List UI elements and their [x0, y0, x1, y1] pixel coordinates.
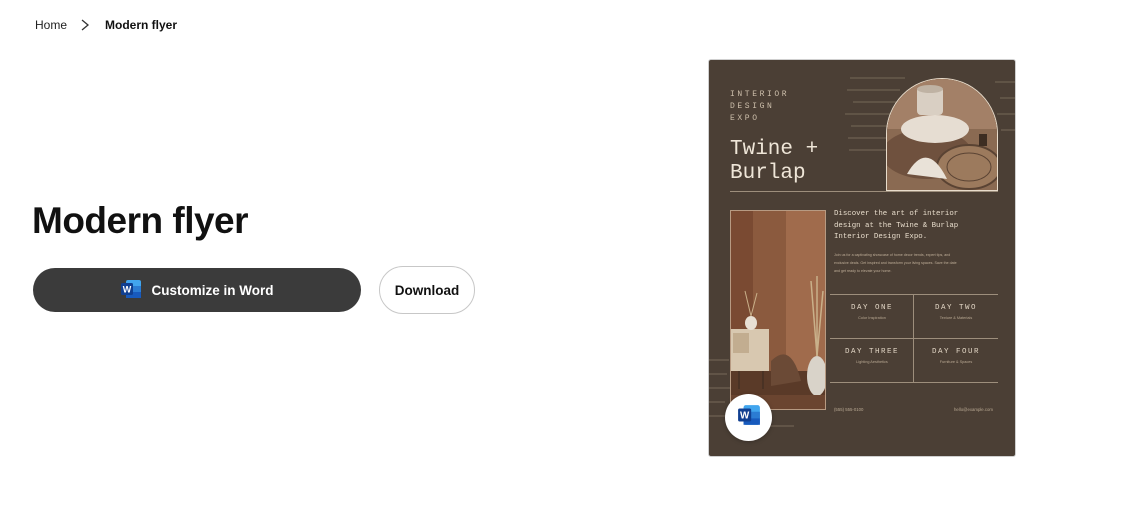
chevron-right-icon: [78, 18, 96, 32]
flyer-eyebrow: INTERIOR DESIGN EXPO: [730, 89, 789, 125]
day-cell: DAY THREE Lighting Aesthetics: [830, 348, 914, 364]
day-label: DAY ONE: [850, 304, 893, 312]
page: Home Modern flyer Modern flyer W Customi…: [0, 0, 1145, 525]
day-topic: Furniture & Spaces: [939, 360, 973, 364]
download-button[interactable]: Download: [379, 266, 475, 314]
day-topic: Color Inspiration: [858, 316, 886, 320]
word-app-icon: W: [737, 404, 761, 431]
flyer-body-text: Join us for a captivating showcase of ho…: [834, 251, 994, 275]
flyer-eyebrow-line: DESIGN: [730, 102, 775, 111]
flyer-intro-line: Discover the art of interior: [834, 210, 959, 218]
day-topic: Lighting Aesthetics: [856, 360, 888, 364]
day-cell: DAY FOUR Furniture & Spaces: [914, 348, 998, 364]
grid-line: [830, 382, 998, 383]
flyer-eyebrow-line: INTERIOR: [730, 90, 790, 99]
room-photo: [730, 210, 826, 410]
flyer-eyebrow-line: EXPO: [730, 114, 760, 123]
flyer-phone: (555) 555-0100: [834, 407, 864, 412]
breadcrumb-current: Modern flyer: [105, 18, 178, 32]
flyer-body-line: and get ready to elevate your home.: [834, 269, 892, 273]
flyer-intro-line: Interior Design Expo.: [834, 233, 928, 241]
word-app-icon: W: [120, 279, 142, 302]
day-label: DAY TWO: [934, 304, 977, 312]
svg-text:W: W: [123, 284, 132, 294]
flyer-title-line: Burlap: [730, 162, 806, 185]
day-label: DAY THREE: [844, 348, 899, 356]
page-title: Modern flyer: [32, 200, 249, 241]
word-badge: W: [725, 394, 772, 441]
day-cell: DAY ONE Color Inspiration: [830, 304, 914, 320]
flyer-title: Twine + Burlap: [730, 138, 818, 186]
day-label: DAY FOUR: [931, 348, 980, 356]
grid-line: [830, 294, 998, 295]
flyer-title-line: Twine +: [730, 138, 819, 161]
customize-in-word-button[interactable]: W Customize in Word: [33, 268, 361, 312]
flyer-body-line: Join us for a captivating showcase of ho…: [834, 253, 951, 257]
breadcrumb: Home Modern flyer: [35, 18, 177, 32]
days-grid: DAY ONE Color Inspiration DAY TWO Textur…: [830, 294, 998, 383]
svg-text:W: W: [740, 411, 750, 422]
flyer-body-line: exclusive deals. Get inspired and transf…: [834, 261, 957, 265]
day-topic: Texture & Materials: [939, 316, 973, 320]
flyer-divider: [730, 191, 998, 192]
customize-in-word-label: Customize in Word: [151, 282, 274, 298]
flyer-intro: Discover the art of interior design at t…: [834, 209, 999, 244]
arch-photo: [886, 78, 998, 191]
flyer-intro-line: design at the Twine & Burlap: [834, 221, 959, 230]
breadcrumb-home-link[interactable]: Home: [35, 18, 67, 32]
day-cell: DAY TWO Texture & Materials: [914, 304, 998, 320]
flyer-email: hello@example.com: [954, 407, 993, 412]
grid-line: [830, 338, 998, 339]
